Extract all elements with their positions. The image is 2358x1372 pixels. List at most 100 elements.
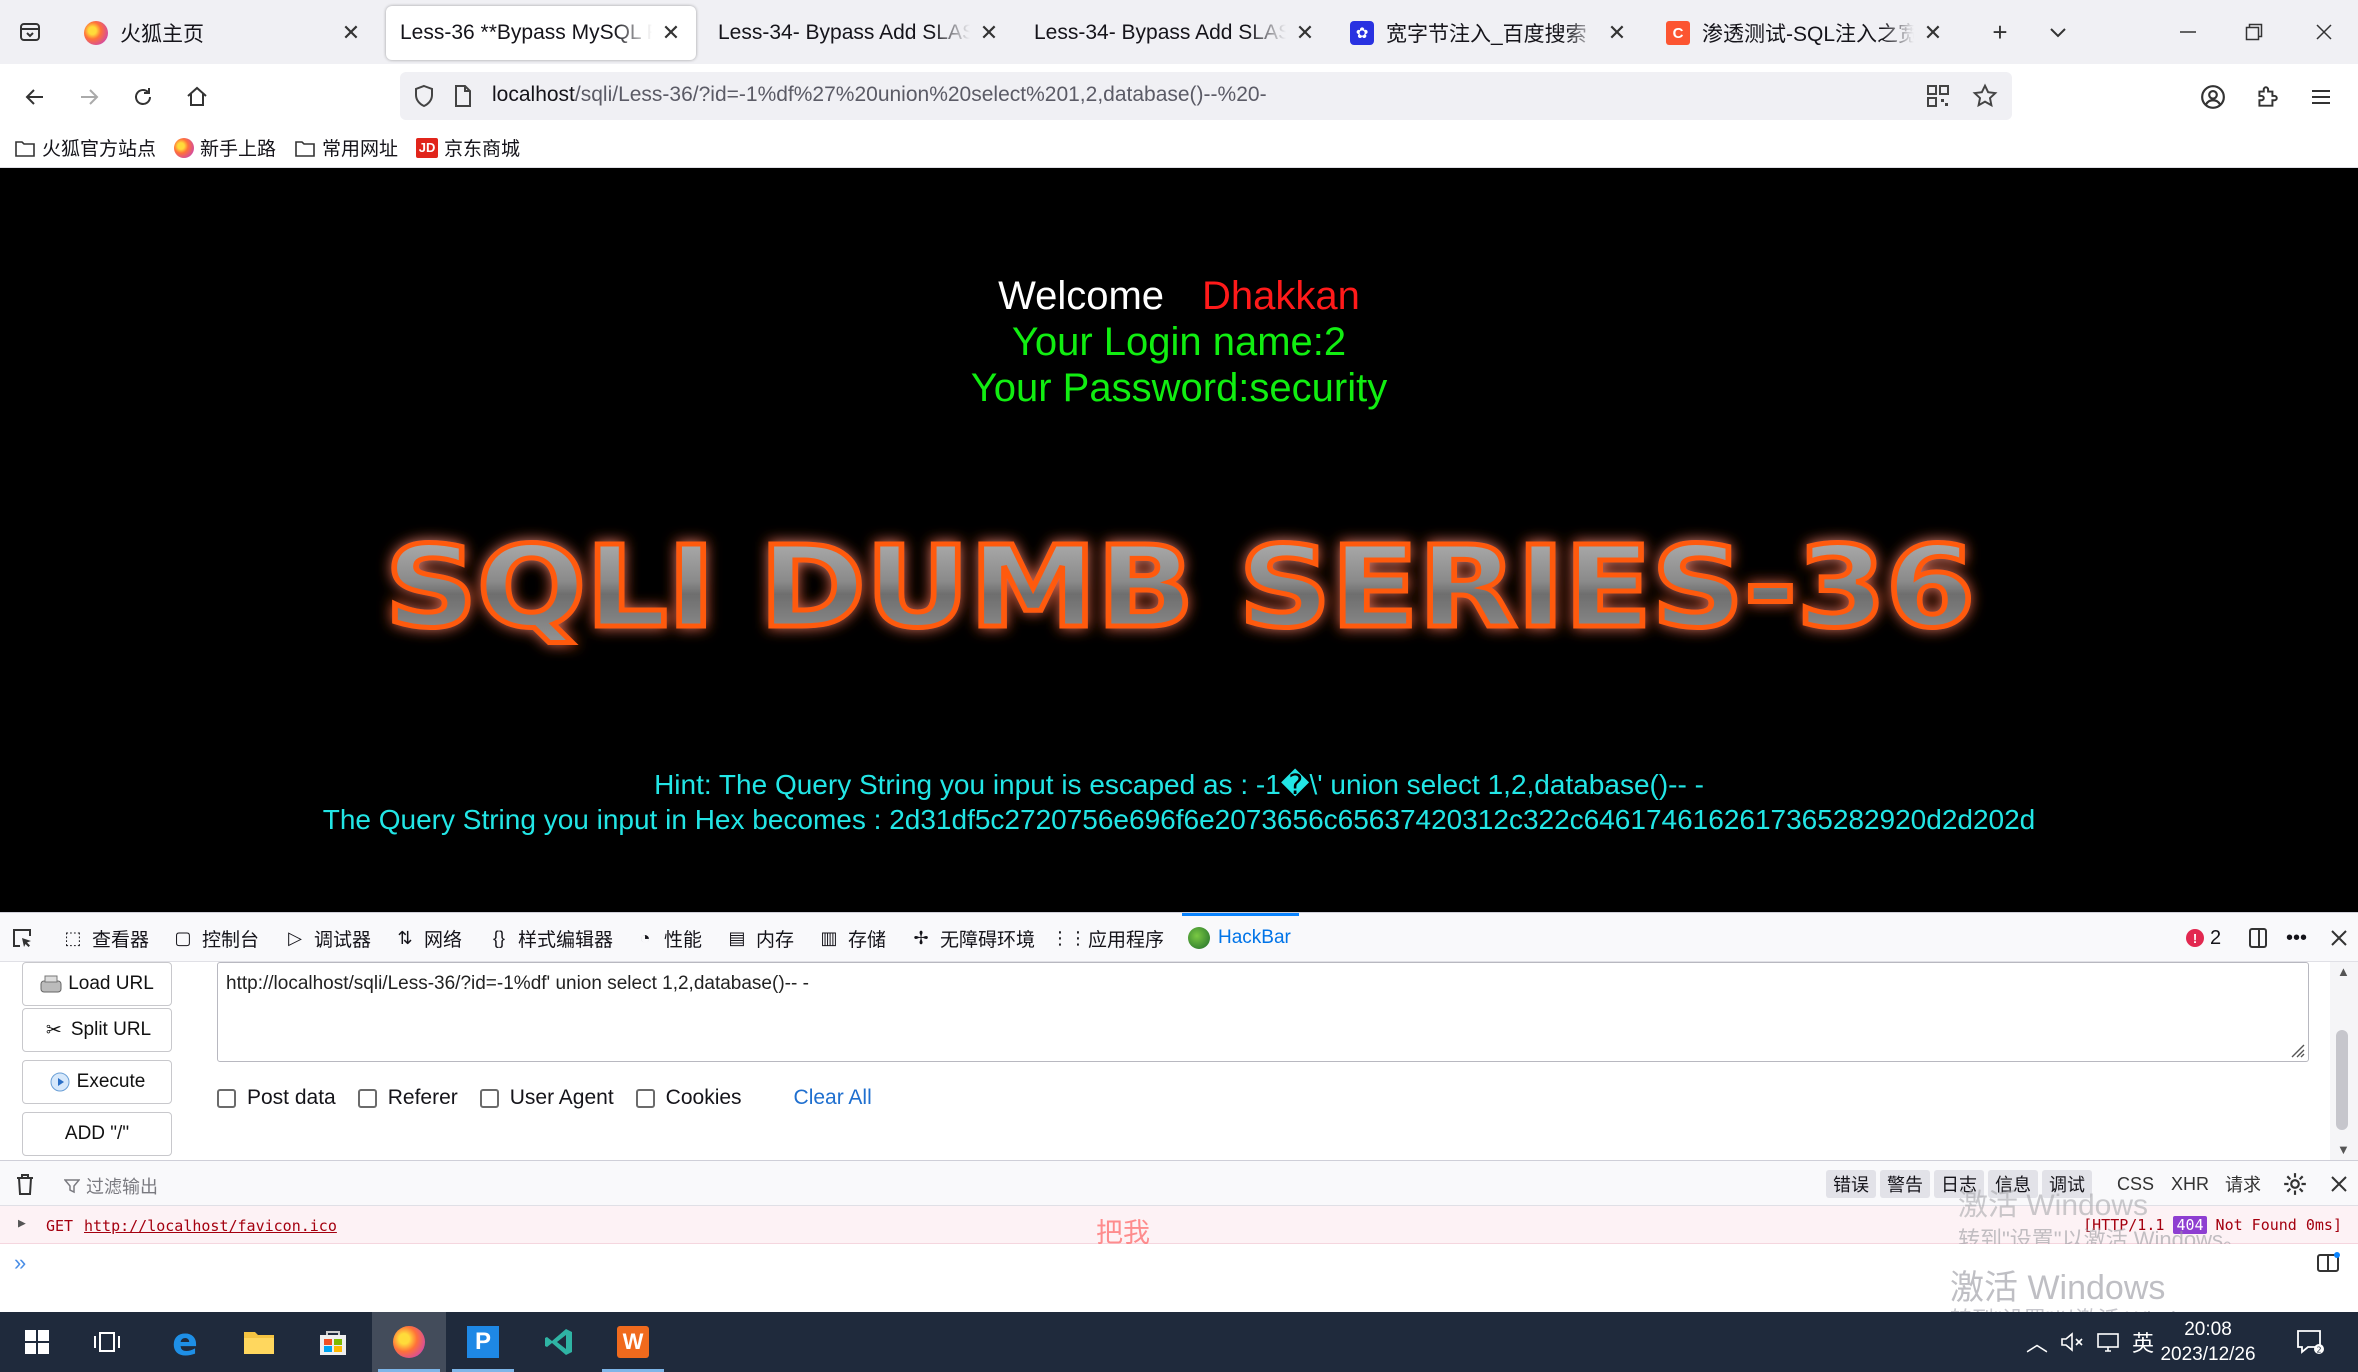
url-bar[interactable]: localhost/sqli/Less-36/?id=-1%df%27%20un…: [400, 72, 2012, 120]
cookies-checkbox[interactable]: Cookies: [635, 1086, 742, 1110]
tab-console[interactable]: ▢ 控制台: [172, 913, 259, 963]
reload-button[interactable]: [124, 78, 162, 116]
checkbox-box[interactable]: [217, 1088, 236, 1108]
split-url-button[interactable]: ✂ Split URL: [22, 1008, 172, 1052]
close-icon[interactable]: [2330, 1175, 2348, 1193]
url-text[interactable]: localhost/sqli/Less-36/?id=-1%df%27%20un…: [492, 83, 1267, 107]
bookmark-getting-started[interactable]: 新手上路: [174, 134, 276, 161]
filter-errors[interactable]: 错误: [1826, 1170, 1876, 1198]
taskbar-store[interactable]: [296, 1312, 370, 1372]
tab-performance[interactable]: ◔ 性能: [634, 913, 702, 963]
hackbar-scrollbar[interactable]: ▲ ▼: [2330, 962, 2358, 1160]
hackbar-url-textarea[interactable]: http://localhost/sqli/Less-36/?id=-1%df'…: [217, 962, 2309, 1062]
minimize-button[interactable]: [2170, 14, 2206, 50]
resize-grip-icon[interactable]: [2287, 1040, 2305, 1058]
close-tab-icon[interactable]: ✕: [978, 20, 1000, 46]
taskbar-vscode[interactable]: [522, 1312, 596, 1372]
shield-icon[interactable]: [412, 84, 436, 108]
filter-output-input[interactable]: 过滤输出: [64, 1173, 158, 1199]
action-center-button[interactable]: 2: [2296, 1312, 2324, 1372]
bookmark-firefox-official[interactable]: 火狐官方站点: [14, 134, 156, 161]
tab-memory[interactable]: ▤ 内存: [726, 913, 794, 963]
forward-button[interactable]: [70, 78, 108, 116]
qr-code-icon[interactable]: [1926, 84, 1950, 108]
split-console-icon[interactable]: [2316, 1252, 2340, 1274]
close-tab-icon[interactable]: ✕: [660, 20, 682, 46]
close-tab-icon[interactable]: ✕: [1294, 20, 1316, 46]
close-devtools-button[interactable]: [2330, 913, 2348, 963]
filter-requests[interactable]: 请求: [2218, 1170, 2268, 1198]
add-slash-button[interactable]: ADD "/": [22, 1112, 172, 1156]
execute-button[interactable]: Execute: [22, 1060, 172, 1104]
tab-debugger[interactable]: ▷ 调试器: [284, 913, 371, 963]
taskbar-app[interactable]: W: [596, 1312, 670, 1372]
tab-baidu-search[interactable]: ✿ 宽字节注入_百度搜索 ✕: [1336, 6, 1642, 60]
tab-network[interactable]: ⇅ 网络: [394, 913, 462, 963]
post-data-checkbox[interactable]: Post data: [217, 1086, 336, 1110]
restore-button[interactable]: [2236, 14, 2272, 50]
taskbar-firefox[interactable]: [372, 1312, 446, 1372]
checkbox-box[interactable]: [479, 1088, 499, 1108]
tab-firefox-home[interactable]: 火狐主页 ✕: [70, 6, 376, 60]
log-url-link[interactable]: http://localhost/favicon.ico: [84, 1217, 337, 1235]
error-count-value: 2: [2210, 926, 2222, 949]
memory-icon: ▤: [728, 927, 746, 948]
referer-checkbox[interactable]: Referer: [357, 1086, 458, 1110]
checkbox-box[interactable]: [635, 1088, 655, 1108]
close-window-button[interactable]: [2306, 14, 2342, 50]
bookmark-common-sites[interactable]: 常用网址: [294, 134, 398, 161]
taskbar-pycharm[interactable]: P: [446, 1312, 520, 1372]
scroll-down-icon[interactable]: ▼: [2337, 1142, 2350, 1157]
home-button[interactable]: [178, 78, 216, 116]
tab-inspector[interactable]: ⬚ 查看器: [62, 913, 149, 963]
gear-icon[interactable]: [2282, 1171, 2308, 1197]
tab-hackbar[interactable]: HackBar: [1182, 913, 1299, 963]
tab-less-34-a[interactable]: Less-34- Bypass Add SLASHES ✕: [704, 6, 1014, 60]
bookmark-jd[interactable]: JD 京东商城: [416, 134, 520, 161]
clear-all-link[interactable]: Clear All: [794, 1086, 872, 1110]
firefox-icon: [393, 1326, 425, 1358]
tray-network[interactable]: [2096, 1312, 2120, 1372]
tab-storage[interactable]: ▥ 存储: [818, 913, 886, 963]
bookmark-star-icon[interactable]: [1972, 83, 1998, 109]
error-count[interactable]: ! 2: [2186, 913, 2221, 963]
new-tab-button[interactable]: +: [1982, 14, 2018, 50]
menu-button[interactable]: [2302, 78, 2340, 116]
tab-style-editor[interactable]: {} 样式编辑器: [488, 913, 613, 963]
list-all-tabs-button[interactable]: [2040, 14, 2076, 50]
start-button[interactable]: [0, 1312, 74, 1372]
tab-less-34-b[interactable]: Less-34- Bypass Add SLASHES ✕: [1020, 6, 1330, 60]
close-tab-icon[interactable]: ✕: [1606, 20, 1628, 46]
page-icon[interactable]: [452, 84, 474, 108]
pick-element-button[interactable]: [10, 913, 34, 963]
play-icon: [49, 1071, 71, 1093]
task-view-button[interactable]: [70, 1312, 144, 1372]
filter-xhr[interactable]: XHR: [2164, 1170, 2216, 1198]
back-button[interactable]: [16, 78, 54, 116]
tab-csdn[interactable]: C 渗透测试-SQL注入之宽字节注入 ✕: [1652, 6, 1958, 60]
close-tab-icon[interactable]: ✕: [340, 20, 362, 46]
expand-arrow-icon[interactable]: ▶: [18, 1216, 26, 1231]
tab-list-button[interactable]: [12, 14, 48, 50]
scrollbar-thumb[interactable]: [2336, 1030, 2348, 1130]
tab-accessibility[interactable]: ✢ 无障碍环境: [910, 913, 1035, 963]
close-tab-icon[interactable]: ✕: [1922, 20, 1944, 46]
tab-less-36[interactable]: Less-36 **Bypass MySQL Real Escape Strin…: [386, 6, 696, 60]
tray-volume[interactable]: [2060, 1312, 2084, 1372]
filter-warnings[interactable]: 警告: [1880, 1170, 1930, 1198]
tab-application[interactable]: ⋮⋮ 应用程序: [1051, 913, 1164, 963]
load-url-button[interactable]: Load URL: [22, 962, 172, 1006]
account-button[interactable]: [2194, 78, 2232, 116]
trash-icon[interactable]: [14, 1172, 36, 1196]
taskbar-edge[interactable]: e: [148, 1312, 222, 1372]
user-agent-checkbox[interactable]: User Agent: [479, 1086, 614, 1110]
extensions-button[interactable]: [2248, 78, 2286, 116]
scroll-up-icon[interactable]: ▲: [2337, 964, 2350, 979]
devtools-menu-button[interactable]: •••: [2286, 913, 2307, 963]
bookmark-label: 常用网址: [322, 139, 399, 160]
tray-show-hidden[interactable]: ︿: [2026, 1312, 2048, 1372]
checkbox-box[interactable]: [357, 1088, 377, 1108]
dock-button[interactable]: [2246, 913, 2270, 963]
taskbar-file-explorer[interactable]: [222, 1312, 296, 1372]
system-clock[interactable]: 20:08 2023/12/26: [2148, 1317, 2268, 1367]
